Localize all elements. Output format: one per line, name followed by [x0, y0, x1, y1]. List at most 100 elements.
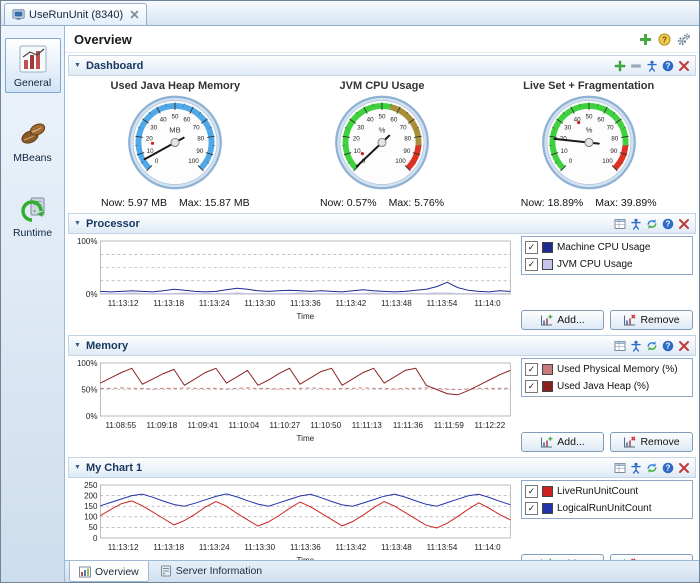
- svg-text:11:13:12: 11:13:12: [108, 543, 139, 552]
- accessibility-icon[interactable]: [646, 60, 658, 72]
- remove-attribute-button[interactable]: Remove: [610, 432, 693, 452]
- help-icon[interactable]: ?: [662, 218, 674, 230]
- svg-text:250: 250: [84, 481, 98, 490]
- svg-text:11:13:12: 11:13:12: [108, 299, 139, 308]
- processor-chart: 0%100%11:13:1211:13:1811:13:2411:13:3011…: [71, 236, 516, 330]
- gauge-now-value: Now: 0.57%: [320, 197, 377, 209]
- legend: ✓LiveRunUnitCount✓LogicalRunUnitCount: [521, 480, 693, 519]
- memory-section-header[interactable]: ▼ Memory: [68, 335, 696, 356]
- processor-section-header[interactable]: ▼ Processor: [68, 213, 696, 234]
- legend-checkbox[interactable]: ✓: [525, 380, 538, 393]
- section-toolbar: ?: [614, 60, 690, 72]
- svg-text:80: 80: [198, 136, 206, 143]
- help-icon[interactable]: ?: [662, 340, 674, 352]
- add-icon[interactable]: [639, 33, 652, 46]
- remove-attribute-button[interactable]: Remove: [610, 310, 693, 330]
- liveset-gauge-dial: 0102030405060708090100%: [532, 92, 646, 193]
- sidebar-item-general[interactable]: General: [5, 38, 61, 93]
- accessibility-icon[interactable]: [630, 462, 642, 474]
- svg-text:30: 30: [357, 124, 365, 131]
- add-chart-icon: [540, 436, 553, 449]
- legend-checkbox[interactable]: ✓: [525, 502, 538, 515]
- sidebar-item-mbeans[interactable]: MBeans: [5, 113, 61, 168]
- refresh-icon[interactable]: [646, 462, 658, 474]
- table-icon[interactable]: [614, 462, 626, 474]
- svg-text:30: 30: [151, 124, 159, 131]
- svg-text:MB: MB: [170, 126, 181, 135]
- legend-item: ✓JVM CPU Usage: [525, 257, 689, 271]
- close-icon[interactable]: [678, 218, 690, 230]
- svg-text:0: 0: [568, 158, 572, 165]
- accessibility-icon[interactable]: [630, 340, 642, 352]
- legend-checkbox[interactable]: ✓: [525, 485, 538, 498]
- collapse-icon[interactable]: ▼: [74, 464, 81, 471]
- sidebar-item-runtime[interactable]: Runtime: [5, 188, 61, 243]
- help-icon[interactable]: ?: [662, 462, 674, 474]
- close-icon[interactable]: [130, 10, 139, 19]
- close-icon[interactable]: [678, 60, 690, 72]
- legend-color-swatch: [542, 503, 553, 514]
- legend-checkbox[interactable]: ✓: [525, 258, 538, 271]
- dashboard-section-header[interactable]: ▼ Dashboard: [68, 55, 696, 76]
- collapse-icon[interactable]: ▼: [74, 62, 81, 69]
- dashboard-gauges: Used Java Heap Memory 010203040506070809…: [68, 76, 696, 210]
- gears-icon[interactable]: [677, 33, 690, 46]
- legend-color-swatch: [542, 242, 553, 253]
- add-attribute-button[interactable]: Add...: [521, 432, 604, 452]
- svg-text:90: 90: [197, 148, 205, 155]
- editor-tab-userununit[interactable]: UseRunUnit (8340): [4, 3, 147, 25]
- page-header: Overview ?: [65, 26, 699, 53]
- gauge-stats: Now: 0.57% Max: 5.76%: [279, 197, 486, 209]
- help-icon[interactable]: ?: [658, 33, 671, 46]
- svg-text:20: 20: [353, 136, 361, 143]
- collapse-icon[interactable]: ▼: [74, 220, 81, 227]
- gauge-now-value: Now: 5.97 MB: [101, 197, 167, 209]
- refresh-icon[interactable]: [646, 340, 658, 352]
- svg-text:11:13:24: 11:13:24: [199, 543, 230, 552]
- legend-item: ✓Used Java Heap (%): [525, 379, 689, 393]
- tab-server-information[interactable]: Server Information: [151, 561, 271, 580]
- page-title: Overview: [74, 32, 132, 47]
- section-title: Dashboard: [86, 60, 143, 72]
- svg-text:11:14:0: 11:14:0: [474, 299, 501, 308]
- section-title: Processor: [86, 218, 140, 230]
- svg-text:10: 10: [560, 148, 568, 155]
- svg-text:11:13:48: 11:13:48: [381, 299, 412, 308]
- remove-chart-icon: [623, 436, 636, 449]
- svg-text:?: ?: [666, 341, 671, 350]
- legend-checkbox[interactable]: ✓: [525, 241, 538, 254]
- heap-gauge-dial: 0102030405060708090100MB: [118, 92, 232, 193]
- svg-text:0: 0: [155, 158, 159, 165]
- svg-text:Time: Time: [297, 434, 315, 443]
- table-icon[interactable]: [614, 340, 626, 352]
- svg-text:80: 80: [611, 136, 619, 143]
- table-icon[interactable]: [614, 218, 626, 230]
- accessibility-icon[interactable]: [630, 218, 642, 230]
- svg-text:11:13:36: 11:13:36: [290, 299, 321, 308]
- add-attribute-button[interactable]: Add...: [521, 310, 604, 330]
- gauge-stats: Now: 5.97 MB Max: 15.87 MB: [72, 197, 279, 209]
- svg-text:100: 100: [602, 158, 613, 165]
- close-icon[interactable]: [678, 340, 690, 352]
- my-chart-1-body: 05010015020025011:13:1211:13:1811:13:241…: [68, 478, 696, 560]
- svg-text:11:13:54: 11:13:54: [427, 299, 458, 308]
- svg-text:11:09:18: 11:09:18: [147, 421, 178, 430]
- section-title: My Chart 1: [86, 462, 142, 474]
- dashboard-section: ▼ Dashboard: [68, 55, 696, 210]
- svg-text:11:13:48: 11:13:48: [381, 543, 412, 552]
- legend-checkbox[interactable]: ✓: [525, 363, 538, 376]
- collapse-icon[interactable]: ▼: [74, 342, 81, 349]
- add-icon[interactable]: [614, 60, 626, 72]
- gauge-max-value: Max: 5.76%: [389, 197, 444, 209]
- svg-text:50: 50: [172, 114, 180, 121]
- svg-text:30: 30: [564, 124, 572, 131]
- close-icon[interactable]: [678, 462, 690, 474]
- svg-text:11:13:24: 11:13:24: [199, 299, 230, 308]
- svg-text:11:11:13: 11:11:13: [352, 421, 382, 430]
- remove-icon[interactable]: [630, 60, 642, 72]
- my-chart-1-section-header[interactable]: ▼ My Chart 1: [68, 457, 696, 478]
- help-icon[interactable]: ?: [662, 60, 674, 72]
- refresh-icon[interactable]: [646, 218, 658, 230]
- tab-overview[interactable]: Overview: [69, 561, 149, 582]
- memory-legend-panel: ✓Used Physical Memory (%)✓Used Java Heap…: [521, 358, 693, 452]
